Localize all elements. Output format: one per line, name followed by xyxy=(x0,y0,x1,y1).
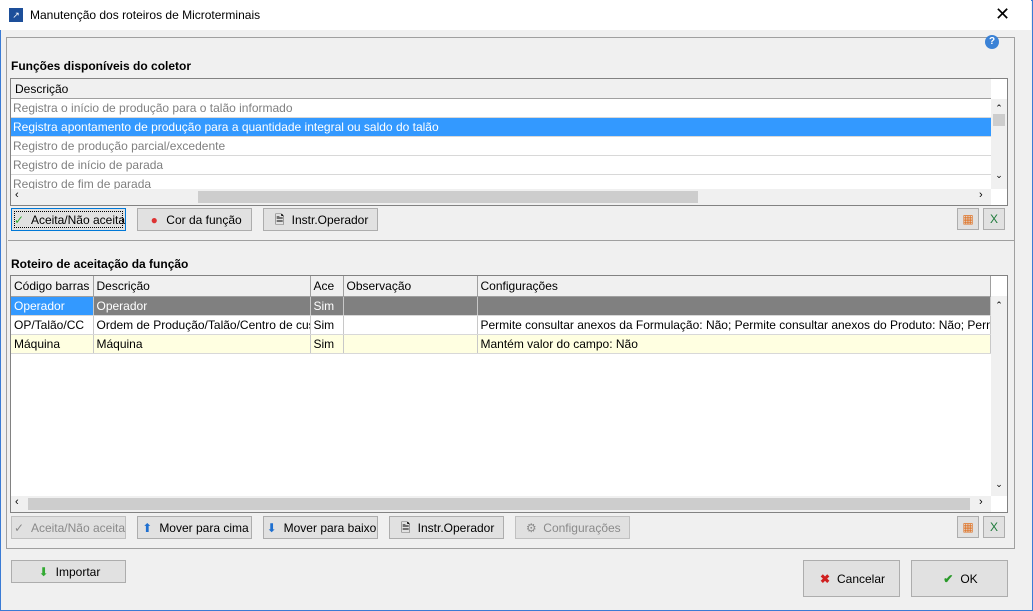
routing-cell[interactable] xyxy=(477,296,991,316)
routing-row[interactable]: Operador Operador Sim xyxy=(11,296,991,316)
export-table-icon: ▦ xyxy=(962,212,974,226)
arrow-down-icon: ⬇ xyxy=(266,520,277,535)
configurations-button[interactable]: ⚙ Configurações xyxy=(515,516,630,539)
excel-icon: X xyxy=(989,520,998,534)
function-color-button[interactable]: ● Cor da função xyxy=(137,208,252,231)
function-row[interactable]: Registro de início de parada xyxy=(11,156,991,175)
close-button[interactable]: ✕ xyxy=(995,4,1010,25)
column-header-configuracoes[interactable]: Configurações xyxy=(477,276,991,297)
vertical-scrollbar[interactable]: ⌃ ⌄ xyxy=(991,296,1007,496)
export-table-icon: ▦ xyxy=(962,520,974,534)
export-button[interactable]: ▦ xyxy=(957,208,979,230)
operator-instruction-button[interactable]: 🗎 Instr.Operador xyxy=(263,208,378,231)
routing-grid[interactable]: Código barras Descrição Ace Observação C… xyxy=(10,275,1008,513)
function-row[interactable]: Registra o início de produção para o tal… xyxy=(11,99,991,118)
function-row[interactable]: Registro de produção parcial/excedente xyxy=(11,137,991,156)
app-icon: ↗ xyxy=(9,8,23,22)
routing-cell[interactable]: Operador xyxy=(93,296,311,316)
routing-export-button[interactable]: ▦ xyxy=(957,516,979,538)
horizontal-scrollbar[interactable]: ‹ › xyxy=(11,496,991,512)
column-header-descricao[interactable]: Descrição xyxy=(93,276,311,297)
document-icon: 🗎 xyxy=(274,212,285,227)
divider xyxy=(8,240,1014,241)
color-palette-icon: ● xyxy=(150,212,158,227)
routing-cell[interactable]: OP/Talão/CC xyxy=(11,315,94,335)
window-title: Manutenção dos roteiros de Microterminai… xyxy=(30,8,261,22)
routing-cell[interactable]: Sim xyxy=(310,315,344,335)
move-up-button[interactable]: ⬆ Mover para cima xyxy=(137,516,252,539)
column-header-descricao[interactable]: Descrição xyxy=(11,79,991,99)
cancel-x-icon: ✖ xyxy=(819,571,831,586)
routing-accept-toggle-button[interactable]: ✓ Aceita/Não aceita xyxy=(11,516,126,539)
move-down-button[interactable]: ⬇ Mover para baixo xyxy=(263,516,378,539)
ok-button[interactable]: ✔ OK xyxy=(911,560,1008,597)
routing-cell[interactable]: Permite consultar anexos da Formulação: … xyxy=(477,315,991,335)
function-row[interactable]: Registra apontamento de produção para a … xyxy=(11,118,991,137)
check-cross-icon: ✓ xyxy=(13,520,24,535)
functions-section-title: Funções disponíveis do coletor xyxy=(11,59,192,73)
arrow-up-icon: ⬆ xyxy=(142,520,153,535)
routing-cell[interactable]: Máquina xyxy=(93,334,311,354)
routing-cell[interactable]: Ordem de Produção/Talão/Centro de custo xyxy=(93,315,311,335)
routing-cell[interactable] xyxy=(343,296,478,316)
import-button[interactable]: ⬇ Importar xyxy=(11,560,126,583)
column-header-observacao[interactable]: Observação xyxy=(343,276,478,297)
routing-cell[interactable] xyxy=(343,315,478,335)
routing-cell[interactable]: Máquina xyxy=(11,334,94,354)
check-cross-icon: ✓ xyxy=(13,212,24,227)
excel-button[interactable]: X xyxy=(983,208,1005,230)
routing-section-title: Roteiro de aceitação da função xyxy=(11,257,189,271)
routing-row[interactable]: OP/Talão/CC Ordem de Produção/Talão/Centr… xyxy=(11,315,991,335)
routing-row[interactable]: Máquina Máquina Sim Mantém valor do campo: … xyxy=(11,334,991,354)
column-header-codigo[interactable]: Código barras xyxy=(11,276,94,297)
routing-cell[interactable]: Sim xyxy=(310,296,344,316)
excel-icon: X xyxy=(989,212,998,226)
routing-cell[interactable]: Operador xyxy=(11,296,94,316)
accept-toggle-button[interactable]: ✓ Aceita/Não aceita xyxy=(11,208,126,231)
routing-cell[interactable]: Sim xyxy=(310,334,344,354)
horizontal-scrollbar[interactable]: ‹ › xyxy=(11,189,991,205)
routing-operator-instruction-button[interactable]: 🗎 Instr.Operador xyxy=(389,516,504,539)
import-icon: ⬇ xyxy=(38,564,49,579)
vertical-scrollbar[interactable]: ⌃ ⌄ xyxy=(991,99,1007,189)
routing-excel-button[interactable]: X xyxy=(983,516,1005,538)
document-icon: 🗎 xyxy=(400,520,411,535)
routing-cell[interactable] xyxy=(343,334,478,354)
column-header-ace[interactable]: Ace xyxy=(310,276,344,297)
check-icon: ✔ xyxy=(943,571,954,586)
help-icon[interactable]: ? xyxy=(985,35,999,49)
routing-cell[interactable]: Mantém valor do campo: Não xyxy=(477,334,991,354)
functions-grid[interactable]: Descrição Registra o início de produção … xyxy=(10,78,1008,206)
cancel-button[interactable]: ✖ Cancelar xyxy=(803,560,900,597)
gear-icon: ⚙ xyxy=(525,520,537,535)
